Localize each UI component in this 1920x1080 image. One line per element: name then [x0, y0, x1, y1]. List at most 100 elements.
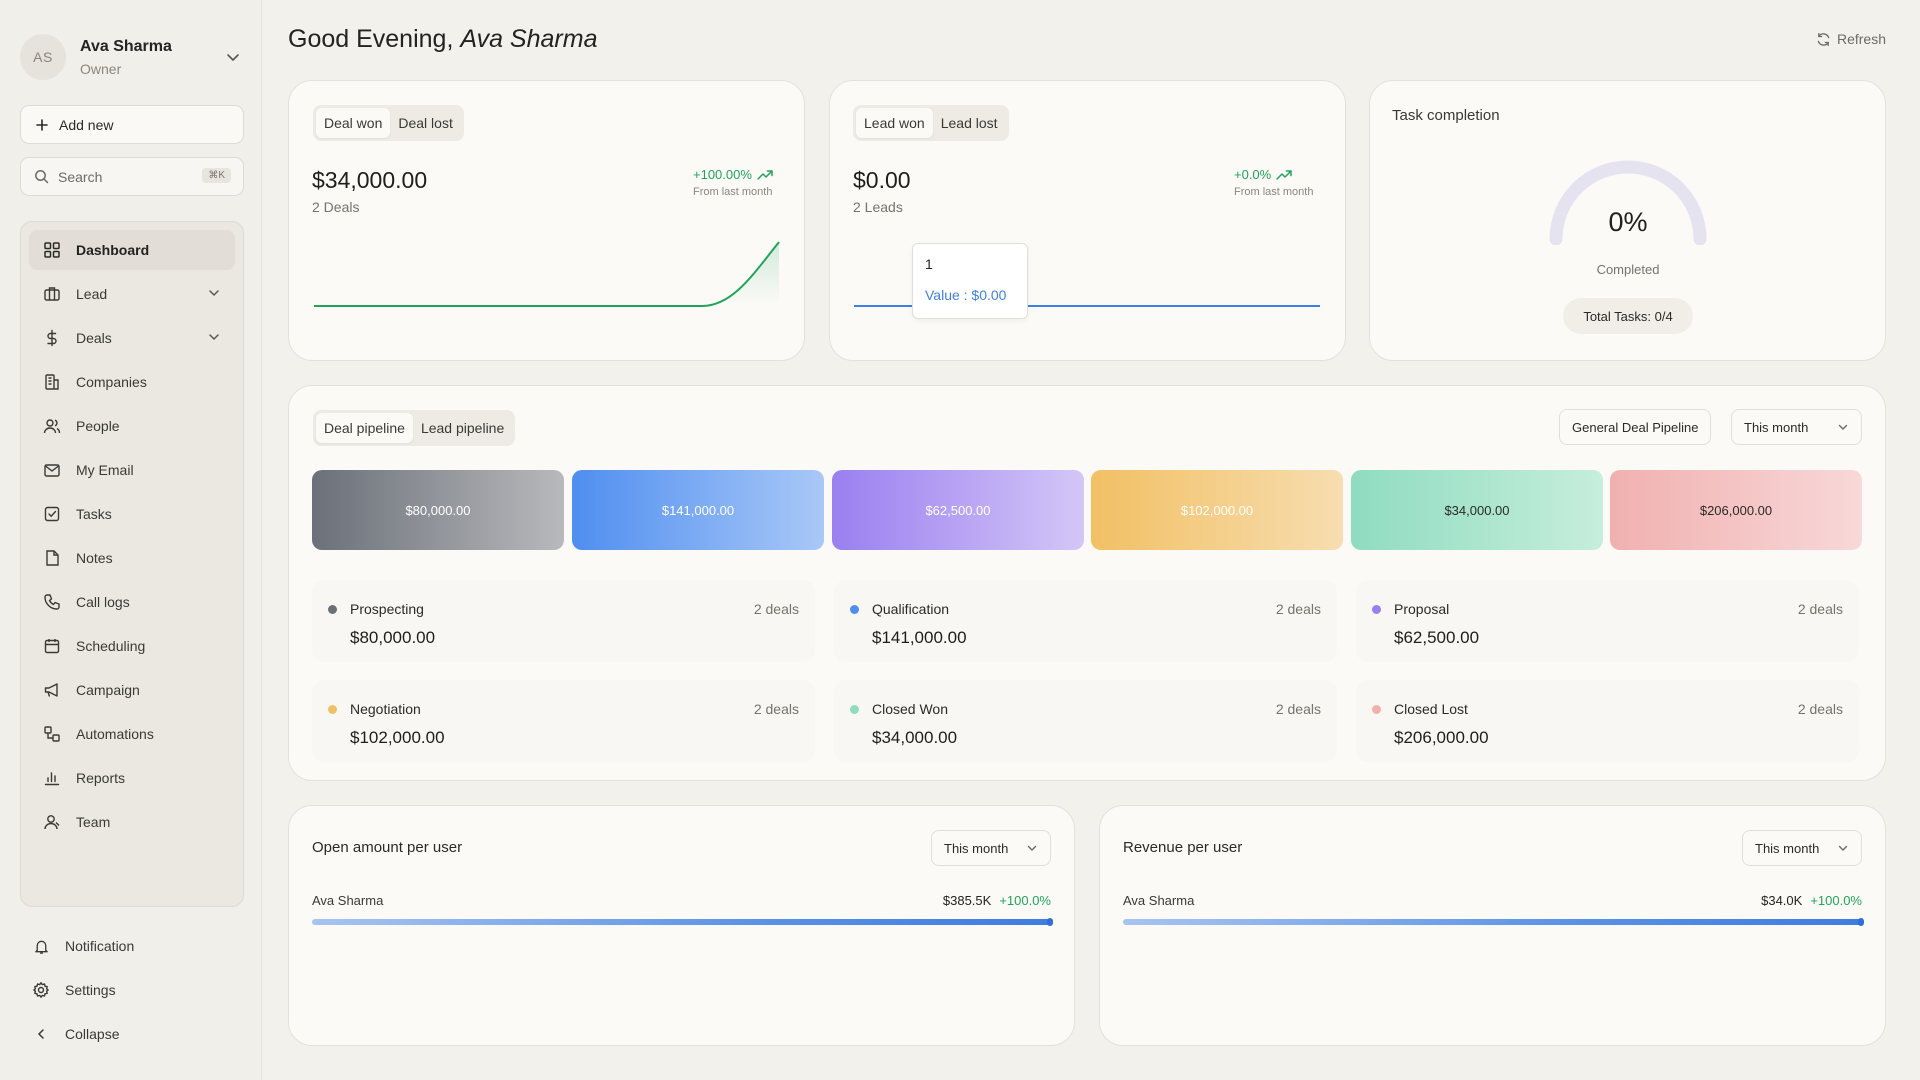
add-new-button[interactable]: Add new [20, 105, 244, 144]
calendar-icon [42, 636, 62, 656]
stage-card-negotiation[interactable]: Negotiation 2 deals $102,000.00 [312, 680, 815, 762]
refresh-button[interactable]: Refresh [1816, 31, 1886, 47]
sidebar-item-label: Scheduling [76, 638, 146, 654]
status-dot [328, 605, 337, 614]
sidebar-item-collapse[interactable]: Collapse [20, 1014, 244, 1054]
sidebar-item-label: Settings [65, 982, 116, 998]
chart-tooltip: 1 Value : $0.00 [912, 243, 1028, 319]
sidebar-item-label: Companies [76, 374, 147, 390]
tab-deal-won[interactable]: Deal won [316, 108, 391, 138]
grid-icon [42, 240, 62, 260]
megaphone-icon [42, 680, 62, 700]
team-icon [42, 812, 62, 832]
sidebar-item-settings[interactable]: Settings [20, 970, 244, 1010]
leads-from-last: From last month [1234, 186, 1314, 198]
tab-deal-pipeline[interactable]: Deal pipeline [316, 413, 413, 443]
stage-card-closed-won[interactable]: Closed Won 2 deals $34,000.00 [834, 680, 1337, 762]
tab-lead-won[interactable]: Lead won [856, 108, 933, 138]
sidebar-item-lead[interactable]: Lead [29, 274, 235, 314]
sidebar-item-label: Campaign [76, 682, 140, 698]
pipeline-select[interactable]: General Deal Pipeline [1559, 409, 1712, 445]
sidebar-item-companies[interactable]: Companies [29, 362, 235, 402]
note-icon [42, 548, 62, 568]
sidebar-item-deals[interactable]: Deals [29, 318, 235, 358]
open-amount-period-select[interactable]: This month [931, 830, 1051, 866]
stage-name: Closed Won [872, 701, 949, 717]
sidebar-item-notes[interactable]: Notes [29, 538, 235, 578]
period-select-value: This month [944, 840, 1009, 856]
user-profile[interactable]: AS Ava Sharma Owner [20, 32, 242, 82]
deals-count: 2 Deals [312, 199, 360, 215]
open-amount-delta: +100.0% [999, 893, 1051, 908]
tab-deal-lost[interactable]: Deal lost [390, 108, 460, 138]
stage-amount: $206,000.00 [1394, 728, 1489, 747]
tab-lead-pipeline[interactable]: Lead pipeline [413, 413, 512, 443]
revenue-value: $34.0K +100.0% [1761, 893, 1862, 908]
sidebar-item-dashboard[interactable]: Dashboard [29, 230, 235, 270]
stage-bar-prospecting[interactable]: $80,000.00 [312, 470, 564, 550]
stage-count: 2 deals [1797, 601, 1843, 617]
search-shortcut: ⌘K [202, 168, 231, 183]
period-select-value: This month [1744, 419, 1809, 435]
stage-name: Prospecting [350, 601, 424, 617]
sidebar-item-label: Reports [76, 770, 126, 786]
revenue-period-select[interactable]: This month [1742, 830, 1862, 866]
deals-sparkline [314, 241, 780, 307]
stage-bar-negotiation[interactable]: $102,000.00 [1091, 470, 1343, 550]
sidebar-item-tasks[interactable]: Tasks [29, 494, 235, 534]
checkbox-icon [42, 504, 62, 524]
search-placeholder: Search [58, 168, 103, 185]
add-new-label: Add new [59, 116, 114, 133]
leads-amount: $0.00 [853, 167, 911, 193]
stage-name: Qualification [872, 601, 950, 617]
sidebar-item-people[interactable]: People [29, 406, 235, 446]
sidebar-item-team[interactable]: Team [29, 802, 235, 842]
sidebar-item-campaign[interactable]: Campaign [29, 670, 235, 710]
stage-bar-label: $62,500.00 [925, 502, 991, 518]
people-icon [42, 416, 62, 436]
revenue-title: Revenue per user [1123, 839, 1243, 856]
stage-card-proposal[interactable]: Proposal 2 deals $62,500.00 [1356, 580, 1859, 662]
stage-count: 2 deals [1797, 701, 1843, 717]
sidebar-item-notification[interactable]: Notification [20, 926, 244, 966]
stage-name: Negotiation [350, 701, 421, 717]
chevron-left-icon [31, 1024, 51, 1044]
user-name: Ava Sharma [80, 37, 172, 55]
stage-card-qualification[interactable]: Qualification 2 deals $141,000.00 [834, 580, 1337, 662]
chevron-down-icon[interactable] [207, 286, 221, 300]
chevron-down-icon [1825, 421, 1849, 433]
chevron-down-icon[interactable] [224, 48, 242, 66]
open-amount-value: $385.5K +100.0% [943, 893, 1051, 908]
stage-card-closed-lost[interactable]: Closed Lost 2 deals $206,000.00 [1356, 680, 1859, 762]
stage-amount: $62,500.00 [1394, 628, 1480, 647]
chevron-down-icon [1014, 842, 1038, 854]
leads-count: 2 Leads [853, 199, 903, 215]
pipeline-select-value: General Deal Pipeline [1572, 419, 1699, 435]
stage-bar-closed-lost[interactable]: $206,000.00 [1610, 470, 1862, 550]
revenue-delta: +100.0% [1810, 893, 1862, 908]
status-dot [850, 605, 859, 614]
chevron-down-icon[interactable] [207, 330, 221, 344]
task-total-badge: Total Tasks: 0/4 [1563, 298, 1693, 334]
pipeline-toggle: Deal pipeline Lead pipeline [313, 410, 516, 446]
tab-lead-lost[interactable]: Lead lost [933, 108, 1006, 138]
stage-card-prospecting[interactable]: Prospecting 2 deals $80,000.00 [312, 580, 815, 662]
stage-name: Proposal [1394, 601, 1450, 617]
sidebar-item-label: Automations [76, 726, 154, 742]
sidebar-item-label: Dashboard [76, 242, 150, 258]
stage-bar-proposal[interactable]: $62,500.00 [832, 470, 1084, 550]
period-select-value: This month [1755, 840, 1820, 856]
sidebar-item-scheduling[interactable]: Scheduling [29, 626, 235, 666]
sidebar-item-reports[interactable]: Reports [29, 758, 235, 798]
sidebar-item-call-logs[interactable]: Call logs [29, 582, 235, 622]
stage-count: 2 deals [1275, 601, 1321, 617]
stage-bar-qualification[interactable]: $141,000.00 [572, 470, 824, 550]
search-input[interactable]: Search ⌘K [20, 157, 244, 196]
period-select[interactable]: This month [1731, 409, 1862, 445]
sidebar-item-my-email[interactable]: My Email [29, 450, 235, 490]
sidebar-item-label: Collapse [65, 1026, 120, 1042]
sidebar-item-automations[interactable]: Automations [29, 714, 235, 754]
chevron-down-icon [1825, 842, 1849, 854]
stage-bar-closed-won[interactable]: $34,000.00 [1351, 470, 1603, 550]
stage-bar-label: $206,000.00 [1699, 502, 1773, 518]
